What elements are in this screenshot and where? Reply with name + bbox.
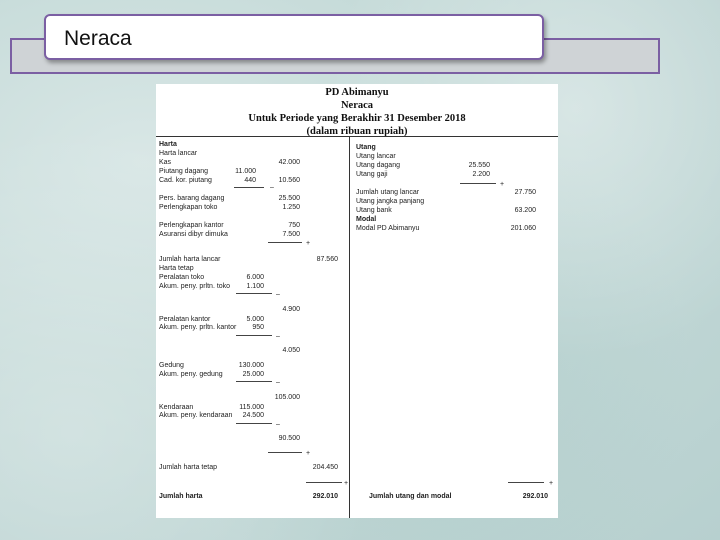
asset-total: 87.560 — [316, 256, 338, 263]
subtotal-line — [236, 293, 272, 294]
asset-label: Perlengkapan kantor — [159, 222, 224, 229]
minus-sign: – — [276, 333, 280, 340]
asset-value: 90.500 — [278, 435, 300, 442]
subtotal-line — [508, 482, 544, 483]
asset-value: 1.250 — [282, 204, 300, 211]
company-name: PD Abimanyu — [325, 87, 389, 98]
liabilities-total-value: 292.010 — [522, 493, 548, 500]
subtotal-line — [236, 381, 272, 382]
subtotal-line — [268, 452, 302, 453]
asset-label: Peralatan toko — [159, 274, 205, 281]
equity-label: Modal PD Abimanyu — [356, 225, 420, 232]
subtotal-line — [236, 335, 272, 336]
asset-subvalue: 6.000 — [246, 274, 264, 281]
asset-value: 4.900 — [282, 306, 300, 313]
long-term-liabilities-heading: Utang jangka panjang — [356, 198, 425, 205]
asset-label: Akum. peny. prltn. toko — [159, 283, 231, 290]
asset-subvalue: 130.000 — [238, 362, 264, 369]
asset-subvalue: 1.100 — [246, 283, 264, 290]
subtotal-line — [268, 242, 302, 243]
balance-sheet-document: PD Abimanyu Neraca Untuk Periode yang Be… — [156, 84, 558, 518]
asset-value: 750 — [288, 222, 300, 229]
liability-label: Utang bank — [356, 207, 392, 214]
liability-value: 27.750 — [514, 189, 536, 196]
asset-label: Kendaraan — [159, 404, 194, 411]
column-divider — [349, 136, 350, 518]
asset-label: Peralatan kantor — [159, 316, 211, 323]
liability-value: 63.200 — [514, 207, 536, 214]
assets-total-value: 292.010 — [312, 493, 338, 500]
asset-label: Asuransi dibyr dimuka — [159, 231, 228, 238]
asset-label: Jumlah harta lancar — [159, 256, 221, 263]
asset-value: 4.050 — [282, 347, 300, 354]
liabilities-heading: Utang — [356, 144, 376, 151]
liability-subvalue: 25.550 — [468, 162, 490, 169]
plus-sign: + — [500, 181, 505, 188]
subtotal-line — [236, 423, 272, 424]
asset-subvalue: 25.000 — [242, 371, 264, 378]
asset-label: Jumlah harta tetap — [159, 464, 217, 471]
minus-sign: – — [276, 379, 280, 386]
asset-label: Gedung — [159, 362, 184, 369]
asset-label: Pers. barang dagang — [159, 195, 225, 202]
minus-sign: – — [276, 291, 280, 298]
liability-label: Utang gaji — [356, 171, 388, 178]
asset-value: 25.500 — [278, 195, 300, 202]
document-header: PD Abimanyu Neraca Untuk Periode yang Be… — [156, 84, 558, 138]
minus-sign: – — [270, 184, 274, 191]
liability-label: Jumlah utang lancar — [356, 189, 420, 196]
asset-subvalue: 115.000 — [239, 404, 264, 411]
asset-value: 42.000 — [278, 159, 300, 166]
asset-label: Cad. kor. piutang — [159, 177, 212, 184]
asset-subvalue: 440 — [244, 177, 256, 184]
asset-label: Piutang dagang — [159, 168, 209, 175]
current-liabilities-heading: Utang lancar — [356, 153, 396, 160]
plus-sign: + — [306, 450, 311, 457]
asset-total: 204.450 — [312, 464, 338, 471]
asset-label: Akum. peny. prltn. kantor — [159, 324, 237, 331]
equity-value: 201.060 — [510, 225, 536, 232]
liability-label: Utang dagang — [356, 162, 400, 169]
plus-sign: + — [306, 240, 311, 247]
asset-value: 105.000 — [274, 394, 300, 401]
liabilities-total-label: Jumlah utang dan modal — [369, 493, 452, 500]
asset-subvalue: 950 — [252, 324, 264, 331]
slide-title: Neraca — [64, 27, 132, 50]
plus-sign: + — [344, 480, 349, 487]
asset-value: 7.500 — [282, 231, 300, 238]
asset-label: Perlengkapan toko — [159, 204, 218, 211]
subtotal-line — [306, 482, 342, 483]
report-name: Neraca — [340, 100, 374, 111]
asset-label: Akum. peny. gedung — [159, 371, 223, 378]
subtotal-line — [234, 187, 264, 188]
current-assets-heading: Harta lancar — [159, 150, 198, 157]
fixed-assets-heading: Harta tetap — [159, 265, 194, 272]
subtotal-line — [460, 183, 496, 184]
asset-subvalue: 11.000 — [235, 168, 256, 175]
assets-heading: Harta — [159, 141, 177, 148]
asset-label: Akum. peny. kendaraan — [159, 412, 233, 419]
asset-label: Kas — [159, 159, 172, 166]
minus-sign: – — [276, 421, 280, 428]
slide-title-box: Neraca — [44, 14, 544, 60]
assets-total-label: Jumlah harta — [159, 493, 203, 500]
report-period: Untuk Periode yang Berakhir 31 Desember … — [248, 113, 466, 124]
liability-subvalue: 2.200 — [472, 171, 490, 178]
plus-sign: + — [549, 480, 554, 487]
asset-value: 10.560 — [278, 177, 300, 184]
asset-subvalue: 5.000 — [246, 316, 264, 323]
asset-subvalue: 24.500 — [242, 412, 264, 419]
header-divider — [156, 136, 558, 137]
equity-heading: Modal — [356, 216, 377, 223]
